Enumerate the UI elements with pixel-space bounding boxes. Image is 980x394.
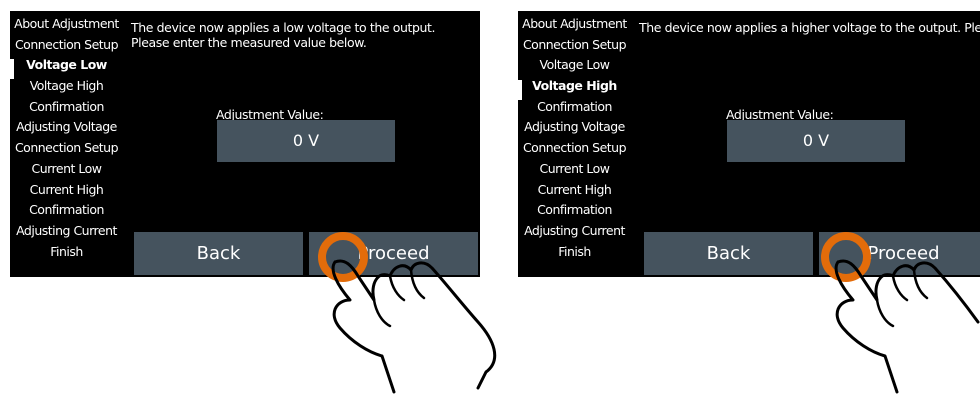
sidebar-item-current-high[interactable]: Current High (10, 180, 123, 201)
back-button[interactable]: Back (134, 232, 303, 275)
proceed-button[interactable]: Proceed (309, 232, 478, 275)
sidebar-item-current-low[interactable]: Current Low (518, 159, 631, 180)
sidebar-item-confirmation[interactable]: Confirmation (10, 97, 123, 118)
device-screen-voltage-low: About Adjustment Connection Setup Voltag… (10, 11, 480, 277)
sidebar-item-current-low[interactable]: Current Low (10, 159, 123, 180)
sidebar-item-adjusting-voltage[interactable]: Adjusting Voltage (10, 117, 123, 138)
sidebar-item-about-adjustment[interactable]: About Adjustment (10, 14, 123, 35)
sidebar-item-finish[interactable]: Finish (518, 242, 631, 263)
sidebar-item-voltage-high[interactable]: Voltage High (518, 76, 631, 97)
sidebar-item-voltage-low[interactable]: Voltage Low (10, 55, 123, 76)
sidebar-item-current-high[interactable]: Current High (518, 180, 631, 201)
sidebar-item-finish[interactable]: Finish (10, 242, 123, 263)
sidebar-item-confirmation-2[interactable]: Confirmation (10, 200, 123, 221)
sidebar-item-connection-setup[interactable]: Connection Setup (518, 35, 631, 56)
device-screen-voltage-high: About Adjustment Connection Setup Voltag… (518, 11, 980, 277)
sidebar-item-confirmation-2[interactable]: Confirmation (518, 200, 631, 221)
instruction-message: The device now applies a low voltage to … (131, 20, 436, 50)
sidebar-item-voltage-low[interactable]: Voltage Low (518, 55, 631, 76)
instruction-message: The device now applies a higher voltage … (639, 20, 980, 35)
sidebar-item-connection-setup-2[interactable]: Connection Setup (10, 138, 123, 159)
adjustment-steps-sidebar: About Adjustment Connection Setup Voltag… (10, 14, 123, 262)
sidebar-item-adjusting-voltage[interactable]: Adjusting Voltage (518, 117, 631, 138)
adjustment-steps-sidebar: About Adjustment Connection Setup Voltag… (518, 14, 631, 262)
back-button[interactable]: Back (644, 232, 813, 275)
sidebar-item-voltage-high[interactable]: Voltage High (10, 76, 123, 97)
proceed-button[interactable]: Proceed (819, 232, 980, 275)
sidebar-item-connection-setup-2[interactable]: Connection Setup (518, 138, 631, 159)
sidebar-item-confirmation[interactable]: Confirmation (518, 97, 631, 118)
sidebar-item-connection-setup[interactable]: Connection Setup (10, 35, 123, 56)
sidebar-item-adjusting-current[interactable]: Adjusting Current (10, 221, 123, 242)
sidebar-item-about-adjustment[interactable]: About Adjustment (518, 14, 631, 35)
adjustment-value-field[interactable]: 0 V (727, 120, 905, 162)
sidebar-item-adjusting-current[interactable]: Adjusting Current (518, 221, 631, 242)
adjustment-value-field[interactable]: 0 V (217, 120, 395, 162)
